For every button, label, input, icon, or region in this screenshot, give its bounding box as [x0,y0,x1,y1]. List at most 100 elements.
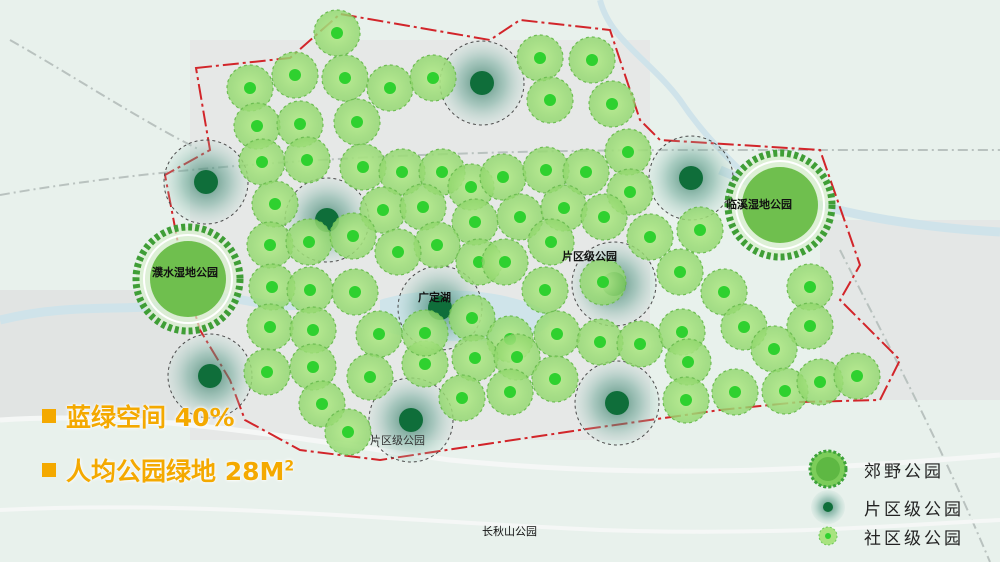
community-park-dot [514,211,526,223]
community-park [346,353,394,401]
community-park [479,153,527,201]
community-park [676,206,724,254]
community-park-dot [634,338,646,350]
community-park-dot [342,426,354,438]
community-park [401,309,449,357]
community-park-dot [301,154,313,166]
community-park-dot [304,284,316,296]
district-park [574,360,660,446]
community-park-dot [511,351,523,363]
community-park-dot [294,118,306,130]
community-park-dot [289,69,301,81]
community-park-dot [779,385,791,397]
park-system-map: { "stats": { "blue_green_space": "蓝绿空间 4… [0,0,1000,562]
community-park-dot [539,284,551,296]
community-park [451,334,499,382]
community-park [246,303,294,351]
district-park-core [679,166,703,190]
community-park-dot [469,216,481,228]
community-park [313,9,361,57]
community-park [366,64,414,112]
district-park [648,135,734,221]
community-park-dot [264,239,276,251]
community-park [374,228,422,276]
community-park-dot [347,230,359,242]
community-park-dot [373,328,385,340]
country-park-core [150,241,226,317]
community-park [616,320,664,368]
community-park-dot [307,324,319,336]
community-park-dot [804,281,816,293]
park-east-label: 临溪湿地公园 [726,197,792,211]
community-park-dot [804,320,816,332]
community-park [321,54,369,102]
community-park-dot [676,326,688,338]
district-park-label-2: 片区级公园 [370,434,425,447]
community-park [486,368,534,416]
community-park-dot [339,72,351,84]
legend-community-park: 社区级公园 [806,514,964,558]
blue-green-space-text: 蓝绿空间 40% [66,403,235,432]
community-park [409,54,457,102]
community-park [283,136,331,184]
unit-superscript: 2 [284,458,295,475]
park-per-capita-value: 人均公园绿地 28M [66,457,285,486]
community-park-dot [540,164,552,176]
community-park-dot [768,343,780,355]
community-park-dot [544,94,556,106]
community-park [285,218,333,266]
community-park [286,266,334,314]
community-park-dot [349,286,361,298]
bullet-square-icon [42,409,56,423]
community-park [331,268,379,316]
community-park [243,348,291,396]
community-park-dot [264,321,276,333]
community-park-dot [351,116,363,128]
community-park-dot [256,156,268,168]
community-park-dot [644,231,656,243]
legend-country-park-label: 郊野公园 [864,461,944,482]
community-park [238,138,286,186]
community-park-dot [469,352,481,364]
community-park [576,318,624,366]
district-park-core [198,364,222,388]
community-park [580,193,628,241]
district-park-core [605,391,629,415]
district-park [163,139,249,225]
community-park [588,80,636,128]
community-park-dot [364,371,376,383]
community-park-dot [551,328,563,340]
community-park-dot [244,82,256,94]
community-park [833,352,881,400]
community-park-dot [307,361,319,373]
park-west-label: 濮水湿地公园 [152,265,218,279]
community-park [271,51,319,99]
community-park [521,266,569,314]
community-park [355,310,403,358]
bullet-square-icon [42,463,56,477]
community-park [324,408,372,456]
community-park-dot [814,376,826,388]
community-park-dot [465,181,477,193]
community-park-dot [851,370,863,382]
community-park-dot [497,171,509,183]
community-park-dot [427,72,439,84]
park-per-capita-text: 人均公园绿地 28M2 [66,452,294,488]
community-park [333,98,381,146]
community-park-dot [504,386,516,398]
community-park-dot [431,239,443,251]
community-park-dot [597,276,609,288]
community-park-dot [384,82,396,94]
community-park-dot [622,146,634,158]
community-park-dot [357,161,369,173]
community-park [656,248,704,296]
community-park [568,36,616,84]
community-park-dot [738,321,750,333]
mountain-park-label: 长秋山公园 [482,524,537,538]
legend-community-park-label: 社区级公园 [864,528,964,549]
community-park-dot [303,236,315,248]
lake-label: 广定湖 [418,290,451,304]
community-park-dot [694,224,706,236]
community-park-dot [436,166,448,178]
community-park [711,368,759,416]
